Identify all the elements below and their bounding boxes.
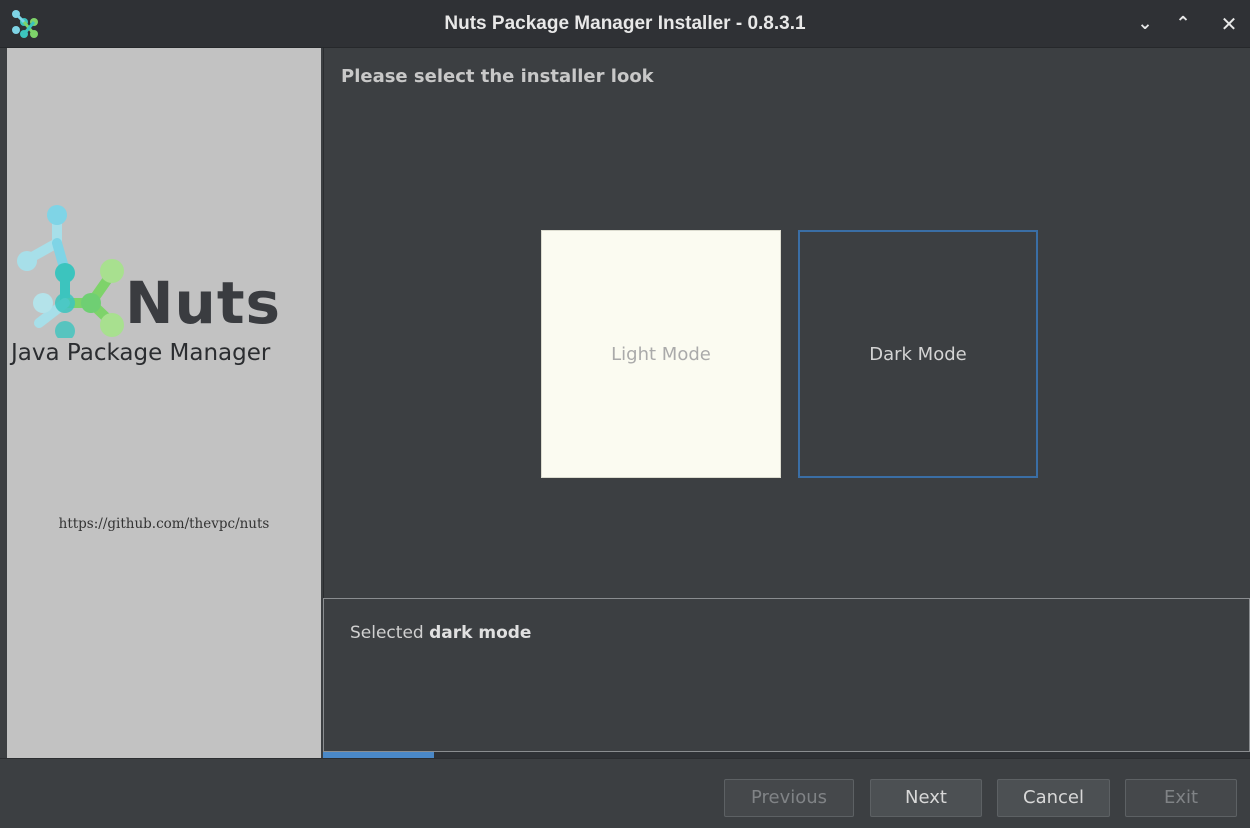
footer-bar: Previous Next Cancel Exit [0, 758, 1250, 828]
message-prefix: Selected [350, 623, 424, 643]
light-mode-label: Light Mode [611, 343, 711, 365]
exit-button[interactable]: Exit [1125, 779, 1237, 817]
cancel-button[interactable]: Cancel [997, 779, 1110, 817]
message-emphasis: dark mode [429, 623, 532, 643]
maximize-icon[interactable]: ⌃ [1168, 10, 1198, 38]
repository-url: https://github.com/thevpc/nuts [58, 516, 270, 532]
dark-mode-option[interactable]: Dark Mode [798, 230, 1038, 478]
logo-name: Nuts [125, 269, 282, 337]
previous-button[interactable]: Previous [724, 779, 854, 817]
light-mode-option[interactable]: Light Mode [541, 230, 781, 478]
logo-subtitle: Java Package Manager [11, 340, 271, 366]
title-bar[interactable]: Nuts Package Manager Installer - 0.8.3.1… [0, 0, 1250, 48]
close-icon[interactable]: ✕ [1214, 10, 1244, 38]
page-title: Please select the installer look [341, 66, 654, 87]
next-button[interactable]: Next [870, 779, 982, 817]
content-panel: Please select the installer look Light M… [323, 48, 1250, 598]
dark-mode-label: Dark Mode [869, 343, 967, 365]
message-area: Selected dark mode [323, 598, 1250, 752]
minimize-icon[interactable]: ⌄ [1130, 10, 1160, 38]
window-title: Nuts Package Manager Installer - 0.8.3.1 [444, 13, 806, 34]
branding-panel: Nuts Java Package Manager https://github… [7, 48, 321, 758]
selection-message: Selected dark mode [350, 623, 531, 643]
installer-window: Nuts Package Manager Installer - 0.8.3.1… [0, 0, 1250, 828]
